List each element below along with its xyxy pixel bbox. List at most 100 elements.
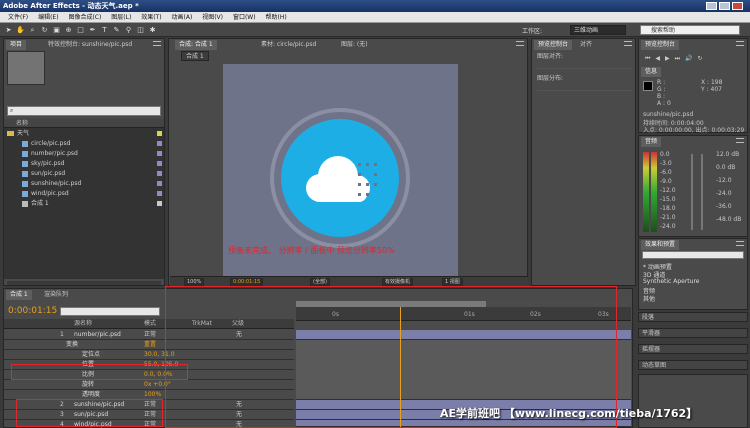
- label-swatch[interactable]: [157, 161, 162, 166]
- label-swatch[interactable]: [157, 191, 162, 196]
- level-slider-right[interactable]: [701, 154, 703, 230]
- tab-info[interactable]: 信息: [641, 67, 662, 77]
- selection-tool-icon[interactable]: ➤: [4, 26, 13, 34]
- menu-effect[interactable]: 效果(T): [141, 12, 161, 22]
- menu-composition[interactable]: 图像合成(C): [68, 12, 101, 22]
- item-label: number/pic.psd: [31, 150, 78, 157]
- col-mode[interactable]: 模式: [144, 319, 156, 328]
- tab-composition[interactable]: 合成: 合成 1: [175, 40, 217, 50]
- tab-footage[interactable]: 素材: circle/pic.psd: [257, 40, 320, 50]
- playback-controls[interactable]: ⏮◀▶⏭🔊↻: [645, 55, 743, 63]
- align-buttons-row[interactable]: [537, 61, 632, 69]
- info-a: A : 0: [657, 100, 671, 107]
- zoom-select[interactable]: 100%: [184, 278, 205, 286]
- menu-animation[interactable]: 动画(A): [172, 12, 193, 22]
- project-column-name[interactable]: 名称: [4, 119, 164, 128]
- list-item[interactable]: sunshine/pic.psd: [4, 179, 164, 189]
- close-button[interactable]: [732, 2, 743, 10]
- camera-tool-icon[interactable]: ▣: [52, 26, 61, 34]
- effects-item[interactable]: Synthetic Aperture: [643, 278, 700, 285]
- menu-view[interactable]: 视图(V): [202, 12, 223, 22]
- views-select[interactable]: 1 视图: [442, 278, 463, 286]
- brush-tool-icon[interactable]: ✎: [112, 26, 121, 34]
- timeline-search-input[interactable]: [60, 307, 160, 316]
- db-scale-0: 12.0 dB: [716, 151, 740, 158]
- project-search-input[interactable]: ⌕: [7, 106, 161, 116]
- maximize-button[interactable]: [719, 2, 730, 10]
- zoom-tool-icon[interactable]: ⌕: [28, 26, 37, 34]
- minimize-button[interactable]: [706, 2, 717, 10]
- help-search-input[interactable]: 搜索帮助: [640, 25, 740, 35]
- pen-tool-icon[interactable]: ✒: [88, 26, 97, 34]
- project-footer: [7, 281, 161, 285]
- tab-preview-controls[interactable]: 预览控制台: [641, 40, 680, 50]
- psd-file-icon: [22, 140, 28, 147]
- tab-align[interactable]: 对齐: [576, 40, 596, 50]
- camera-select[interactable]: 有效摄像机: [382, 278, 414, 286]
- panel-menu-icon[interactable]: [736, 41, 744, 46]
- panel-menu-icon[interactable]: [153, 41, 161, 46]
- current-time-display[interactable]: 0:00:01:15: [8, 306, 57, 316]
- panel-menu-icon[interactable]: [736, 138, 744, 143]
- col-source-name[interactable]: 源名称: [74, 319, 92, 328]
- label-swatch[interactable]: [157, 181, 162, 186]
- meter-scale-1: -3.0: [660, 160, 672, 167]
- menu-window[interactable]: 窗口(W): [233, 12, 256, 22]
- meter-scale-8: -24.0: [660, 223, 676, 230]
- info-x: X : 198: [701, 79, 723, 86]
- menu-edit[interactable]: 编辑(E): [38, 12, 58, 22]
- hand-tool-icon[interactable]: ✋: [16, 26, 25, 34]
- menu-file[interactable]: 文件(F): [8, 12, 28, 22]
- comp-subtab[interactable]: 合成 1: [181, 51, 209, 61]
- effects-search-input[interactable]: [642, 251, 744, 259]
- panel-menu-icon[interactable]: [516, 41, 524, 46]
- distribute-buttons-row[interactable]: [537, 83, 632, 91]
- panel-smoother[interactable]: 平滑器: [638, 328, 748, 338]
- list-item[interactable]: sun/pic.psd: [4, 169, 164, 179]
- rectangle-tool-icon[interactable]: □: [76, 26, 85, 34]
- level-slider-left[interactable]: [691, 154, 693, 230]
- menu-help[interactable]: 帮助(H): [265, 12, 286, 22]
- list-item[interactable]: 合成 1: [4, 199, 164, 209]
- label-swatch[interactable]: [157, 201, 162, 206]
- rotate-tool-icon[interactable]: ↻: [40, 26, 49, 34]
- tab-effect-controls[interactable]: 特效控制台: sunshine/pic.psd: [44, 40, 136, 50]
- psd-file-icon: [22, 160, 28, 167]
- tab-preview[interactable]: 预览控制台: [534, 40, 573, 50]
- panel-motion-sketch[interactable]: 动态草图: [638, 360, 748, 370]
- effects-item[interactable]: 其他: [643, 294, 655, 303]
- list-item[interactable]: wind/pic.psd: [4, 189, 164, 199]
- label-swatch[interactable]: [157, 131, 162, 136]
- panel-paragraph[interactable]: 段落: [638, 312, 748, 322]
- pan-behind-tool-icon[interactable]: ⊕: [64, 26, 73, 34]
- label-swatch[interactable]: [157, 171, 162, 176]
- eraser-tool-icon[interactable]: ◫: [136, 26, 145, 34]
- psd-file-icon: [22, 170, 28, 177]
- label-swatch[interactable]: [157, 141, 162, 146]
- tab-effects-presets[interactable]: 效果和预置: [641, 240, 680, 250]
- label-swatch[interactable]: [157, 151, 162, 156]
- list-item[interactable]: sky/pic.psd: [4, 159, 164, 169]
- panel-wiggler[interactable]: 摇摆器: [638, 344, 748, 354]
- tab-layer[interactable]: 图层: (无): [337, 40, 372, 50]
- list-item[interactable]: number/pic.psd: [4, 149, 164, 159]
- menu-layer[interactable]: 图层(L): [111, 12, 131, 22]
- tab-project[interactable]: 项目: [6, 40, 27, 50]
- workspace-select[interactable]: 三维动画: [570, 25, 626, 35]
- menu-bar: 文件(F) 编辑(E) 图像合成(C) 图层(L) 效果(T) 动画(A) 视图…: [0, 12, 750, 23]
- db-scale-1: 0.0 dB: [716, 164, 736, 171]
- item-label: 合成 1: [31, 200, 49, 207]
- puppet-tool-icon[interactable]: ✱: [148, 26, 157, 34]
- list-item-folder[interactable]: 天气: [4, 129, 164, 139]
- tab-audio[interactable]: 音频: [641, 137, 662, 147]
- tab-comp1-timeline[interactable]: 合成 1: [6, 290, 32, 300]
- tab-render-queue[interactable]: 渲染队列: [40, 290, 72, 300]
- help-search-placeholder: 搜索帮助: [651, 27, 676, 34]
- resolution-select[interactable]: (全部): [310, 278, 330, 286]
- comp-timecode[interactable]: 0:00:01:15: [230, 278, 264, 286]
- list-item[interactable]: circle/pic.psd: [4, 139, 164, 149]
- panel-menu-icon[interactable]: [736, 241, 744, 246]
- text-tool-icon[interactable]: T: [100, 26, 109, 34]
- clone-tool-icon[interactable]: ⚲: [124, 26, 133, 34]
- panel-menu-icon[interactable]: [624, 41, 632, 46]
